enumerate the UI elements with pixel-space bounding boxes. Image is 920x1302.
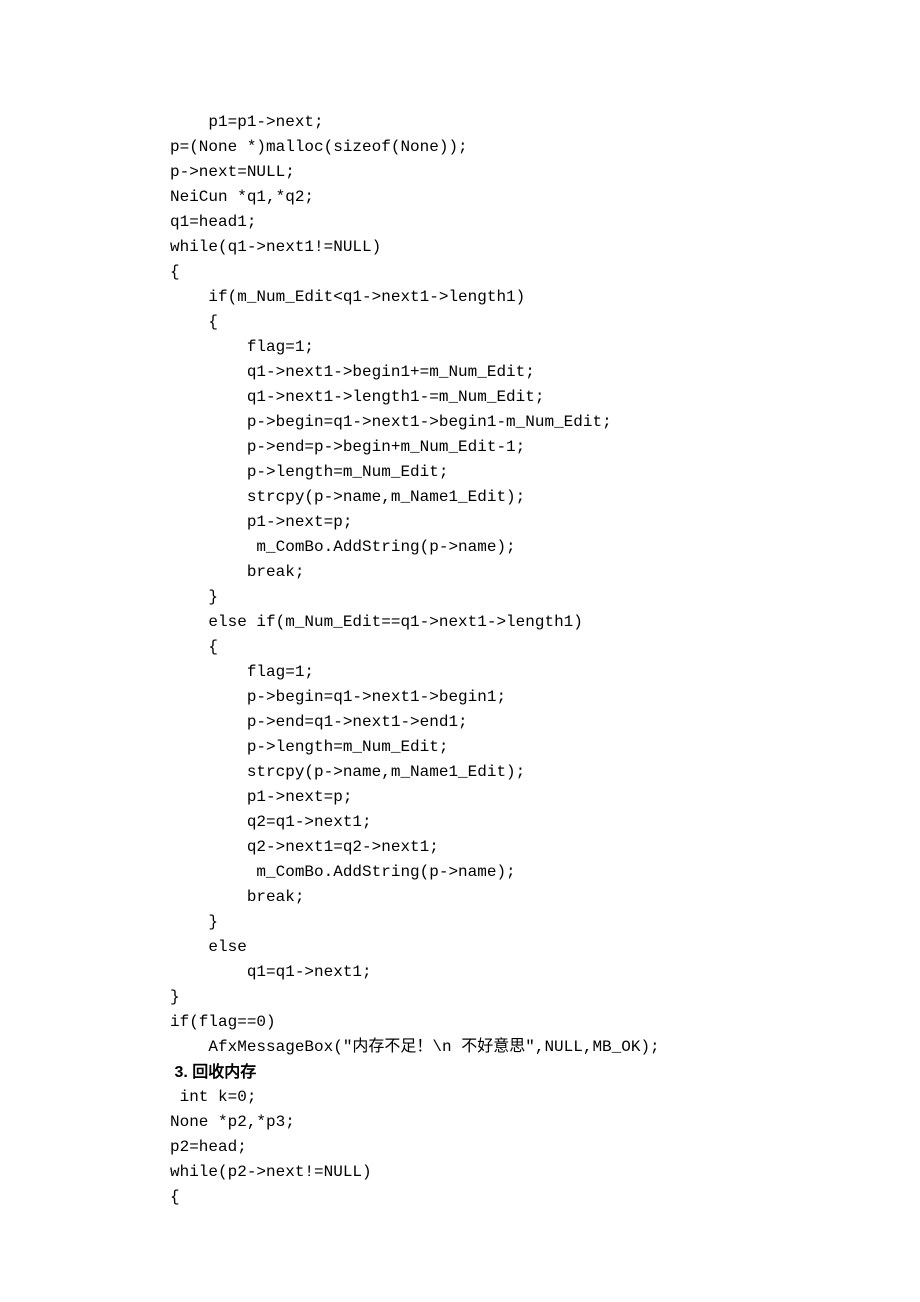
code-line: p1=p1->next; [170, 110, 920, 135]
code-line: p->end=p->begin+m_Num_Edit-1; [170, 435, 920, 460]
code-line: q1->next1->begin1+=m_Num_Edit; [170, 360, 920, 385]
code-line: p1->next=p; [170, 510, 920, 535]
code-line: { [170, 260, 920, 285]
code-line: break; [170, 885, 920, 910]
code-line: p->begin=q1->next1->begin1; [170, 685, 920, 710]
code-line: } [170, 585, 920, 610]
code-line: strcpy(p->name,m_Name1_Edit); [170, 485, 920, 510]
code-line: else if(m_Num_Edit==q1->next1->length1) [170, 610, 920, 635]
code-line: int k=0; [170, 1085, 920, 1110]
code-line: break; [170, 560, 920, 585]
code-line: m_ComBo.AddString(p->name); [170, 860, 920, 885]
code-line: if(flag==0) [170, 1010, 920, 1035]
code-line: p=(None *)malloc(sizeof(None)); [170, 135, 920, 160]
code-line: NeiCun *q1,*q2; [170, 185, 920, 210]
code-line: m_ComBo.AddString(p->name); [170, 535, 920, 560]
code-line: q1=q1->next1; [170, 960, 920, 985]
code-line: p1->next=p; [170, 785, 920, 810]
code-line: p->length=m_Num_Edit; [170, 735, 920, 760]
code-line: q2->next1=q2->next1; [170, 835, 920, 860]
code-line: } [170, 910, 920, 935]
code-line: q2=q1->next1; [170, 810, 920, 835]
code-line: if(m_Num_Edit<q1->next1->length1) [170, 285, 920, 310]
code-line: p2=head; [170, 1135, 920, 1160]
code-line: p->next=NULL; [170, 160, 920, 185]
code-block-2: int k=0; None *p2,*p3; p2=head; while(p2… [170, 1085, 920, 1210]
section-heading: 3. 回收内存 [170, 1060, 920, 1085]
code-line: strcpy(p->name,m_Name1_Edit); [170, 760, 920, 785]
code-line: else [170, 935, 920, 960]
code-line: p->begin=q1->next1->begin1-m_Num_Edit; [170, 410, 920, 435]
code-line: } [170, 985, 920, 1010]
code-block-1: p1=p1->next; p=(None *)malloc(sizeof(Non… [170, 110, 920, 1060]
code-line: flag=1; [170, 335, 920, 360]
code-line: p->end=q1->next1->end1; [170, 710, 920, 735]
code-line: flag=1; [170, 660, 920, 685]
code-line: None *p2,*p3; [170, 1110, 920, 1135]
code-line: { [170, 635, 920, 660]
code-line: { [170, 310, 920, 335]
code-line: while(p2->next!=NULL) [170, 1160, 920, 1185]
code-line: while(q1->next1!=NULL) [170, 235, 920, 260]
code-line: p->length=m_Num_Edit; [170, 460, 920, 485]
code-line: q1=head1; [170, 210, 920, 235]
code-line: q1->next1->length1-=m_Num_Edit; [170, 385, 920, 410]
document-page: p1=p1->next; p=(None *)malloc(sizeof(Non… [0, 0, 920, 1302]
code-line: AfxMessageBox("内存不足！\n 不好意思",NULL,MB_OK)… [170, 1035, 920, 1060]
code-line: { [170, 1185, 920, 1210]
